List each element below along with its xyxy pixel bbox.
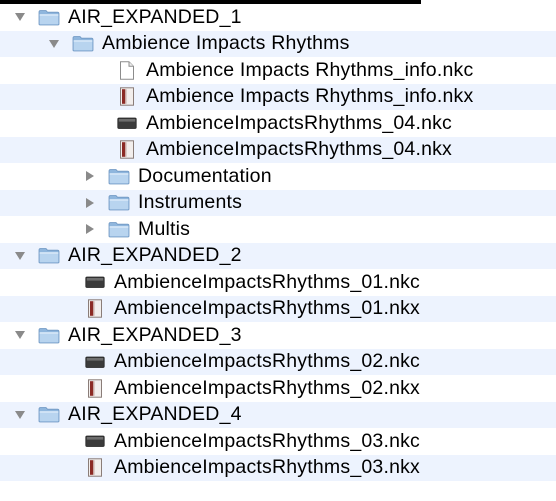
nkc-file-icon — [84, 353, 106, 371]
tree-row-folder[interactable]: Multis — [0, 216, 556, 243]
disclosure-triangle-expanded-icon[interactable] — [12, 327, 28, 343]
tree-row-file[interactable]: Ambience Impacts Rhythms_info.nkc — [0, 57, 556, 84]
folder-icon — [38, 247, 60, 265]
tree-item-label: AIR_EXPANDED_4 — [68, 403, 242, 426]
disclosure-triangle-collapsed-icon[interactable] — [82, 221, 98, 237]
nkc-file-icon — [116, 114, 138, 132]
folder-icon — [38, 326, 60, 344]
tree-row-file[interactable]: AmbienceImpactsRhythms_04.nkc — [0, 110, 556, 137]
tree-item-label: AmbienceImpactsRhythms_03.nkx — [114, 456, 421, 479]
tree-row-file[interactable]: AmbienceImpactsRhythms_01.nkx — [0, 295, 556, 322]
disclosure-triangle-expanded-icon[interactable] — [12, 248, 28, 264]
tree-row-folder[interactable]: AIR_EXPANDED_1 — [0, 4, 556, 31]
tree-item-label: AIR_EXPANDED_2 — [68, 244, 242, 267]
tree-item-label: Instruments — [138, 191, 243, 214]
tree-row-folder[interactable]: AIR_EXPANDED_4 — [0, 401, 556, 428]
folder-icon — [108, 220, 130, 238]
folder-icon — [108, 167, 130, 185]
tree-item-label: AIR_EXPANDED_3 — [68, 323, 242, 346]
nkx-file-icon — [84, 458, 106, 477]
tree-row-folder[interactable]: Documentation — [0, 163, 556, 190]
nkc-file-icon — [84, 432, 106, 450]
tree-item-label: Documentation — [138, 164, 272, 187]
tree-item-label: AmbienceImpactsRhythms_04.nkc — [146, 111, 453, 134]
folder-icon — [72, 35, 94, 53]
tree-row-file[interactable]: AmbienceImpactsRhythms_03.nkx — [0, 454, 556, 481]
tree-item-label: AmbienceImpactsRhythms_02.nkc — [114, 350, 421, 373]
tree-row-folder[interactable]: Instruments — [0, 189, 556, 216]
tree-item-label: AmbienceImpactsRhythms_01.nkc — [114, 270, 421, 293]
disclosure-triangle-expanded-icon[interactable] — [46, 36, 62, 52]
tree-item-label: AmbienceImpactsRhythms_01.nkx — [114, 297, 421, 320]
nkx-file-icon — [84, 299, 106, 318]
tree-item-label: AmbienceImpactsRhythms_04.nkx — [146, 138, 453, 161]
tree-row-file[interactable]: AmbienceImpactsRhythms_01.nkc — [0, 269, 556, 296]
tree-item-label: AmbienceImpactsRhythms_03.nkc — [114, 429, 421, 452]
tree-row-file[interactable]: AmbienceImpactsRhythms_02.nkc — [0, 348, 556, 375]
file-tree: AIR_EXPANDED_1 Ambience Impacts Rhythms Am… — [0, 4, 556, 481]
tree-row-folder[interactable]: AIR_EXPANDED_3 — [0, 322, 556, 349]
folder-icon — [38, 8, 60, 26]
nkc-file-icon — [84, 273, 106, 291]
tree-item-label: AIR_EXPANDED_1 — [68, 5, 242, 28]
disclosure-triangle-collapsed-icon[interactable] — [82, 195, 98, 211]
tree-row-file[interactable]: Ambience Impacts Rhythms_info.nkx — [0, 83, 556, 110]
tree-item-label: AmbienceImpactsRhythms_02.nkx — [114, 376, 421, 399]
disclosure-triangle-expanded-icon[interactable] — [12, 407, 28, 423]
folder-icon — [108, 194, 130, 212]
nkx-file-icon — [84, 379, 106, 398]
tree-row-folder[interactable]: Ambience Impacts Rhythms — [0, 30, 556, 57]
tree-row-folder[interactable]: AIR_EXPANDED_2 — [0, 242, 556, 269]
document-icon — [116, 61, 138, 80]
tree-row-file[interactable]: AmbienceImpactsRhythms_02.nkx — [0, 375, 556, 402]
tree-row-file[interactable]: AmbienceImpactsRhythms_04.nkx — [0, 136, 556, 163]
tree-item-label: Ambience Impacts Rhythms_info.nkx — [146, 85, 474, 108]
tree-item-label: Ambience Impacts Rhythms_info.nkc — [146, 58, 474, 81]
nkx-file-icon — [116, 140, 138, 159]
nkx-file-icon — [116, 87, 138, 106]
disclosure-triangle-expanded-icon[interactable] — [12, 9, 28, 25]
tree-item-label: Multis — [138, 217, 191, 240]
disclosure-triangle-collapsed-icon[interactable] — [82, 168, 98, 184]
tree-row-file[interactable]: AmbienceImpactsRhythms_03.nkc — [0, 428, 556, 455]
folder-icon — [38, 406, 60, 424]
tree-item-label: Ambience Impacts Rhythms — [102, 32, 350, 55]
